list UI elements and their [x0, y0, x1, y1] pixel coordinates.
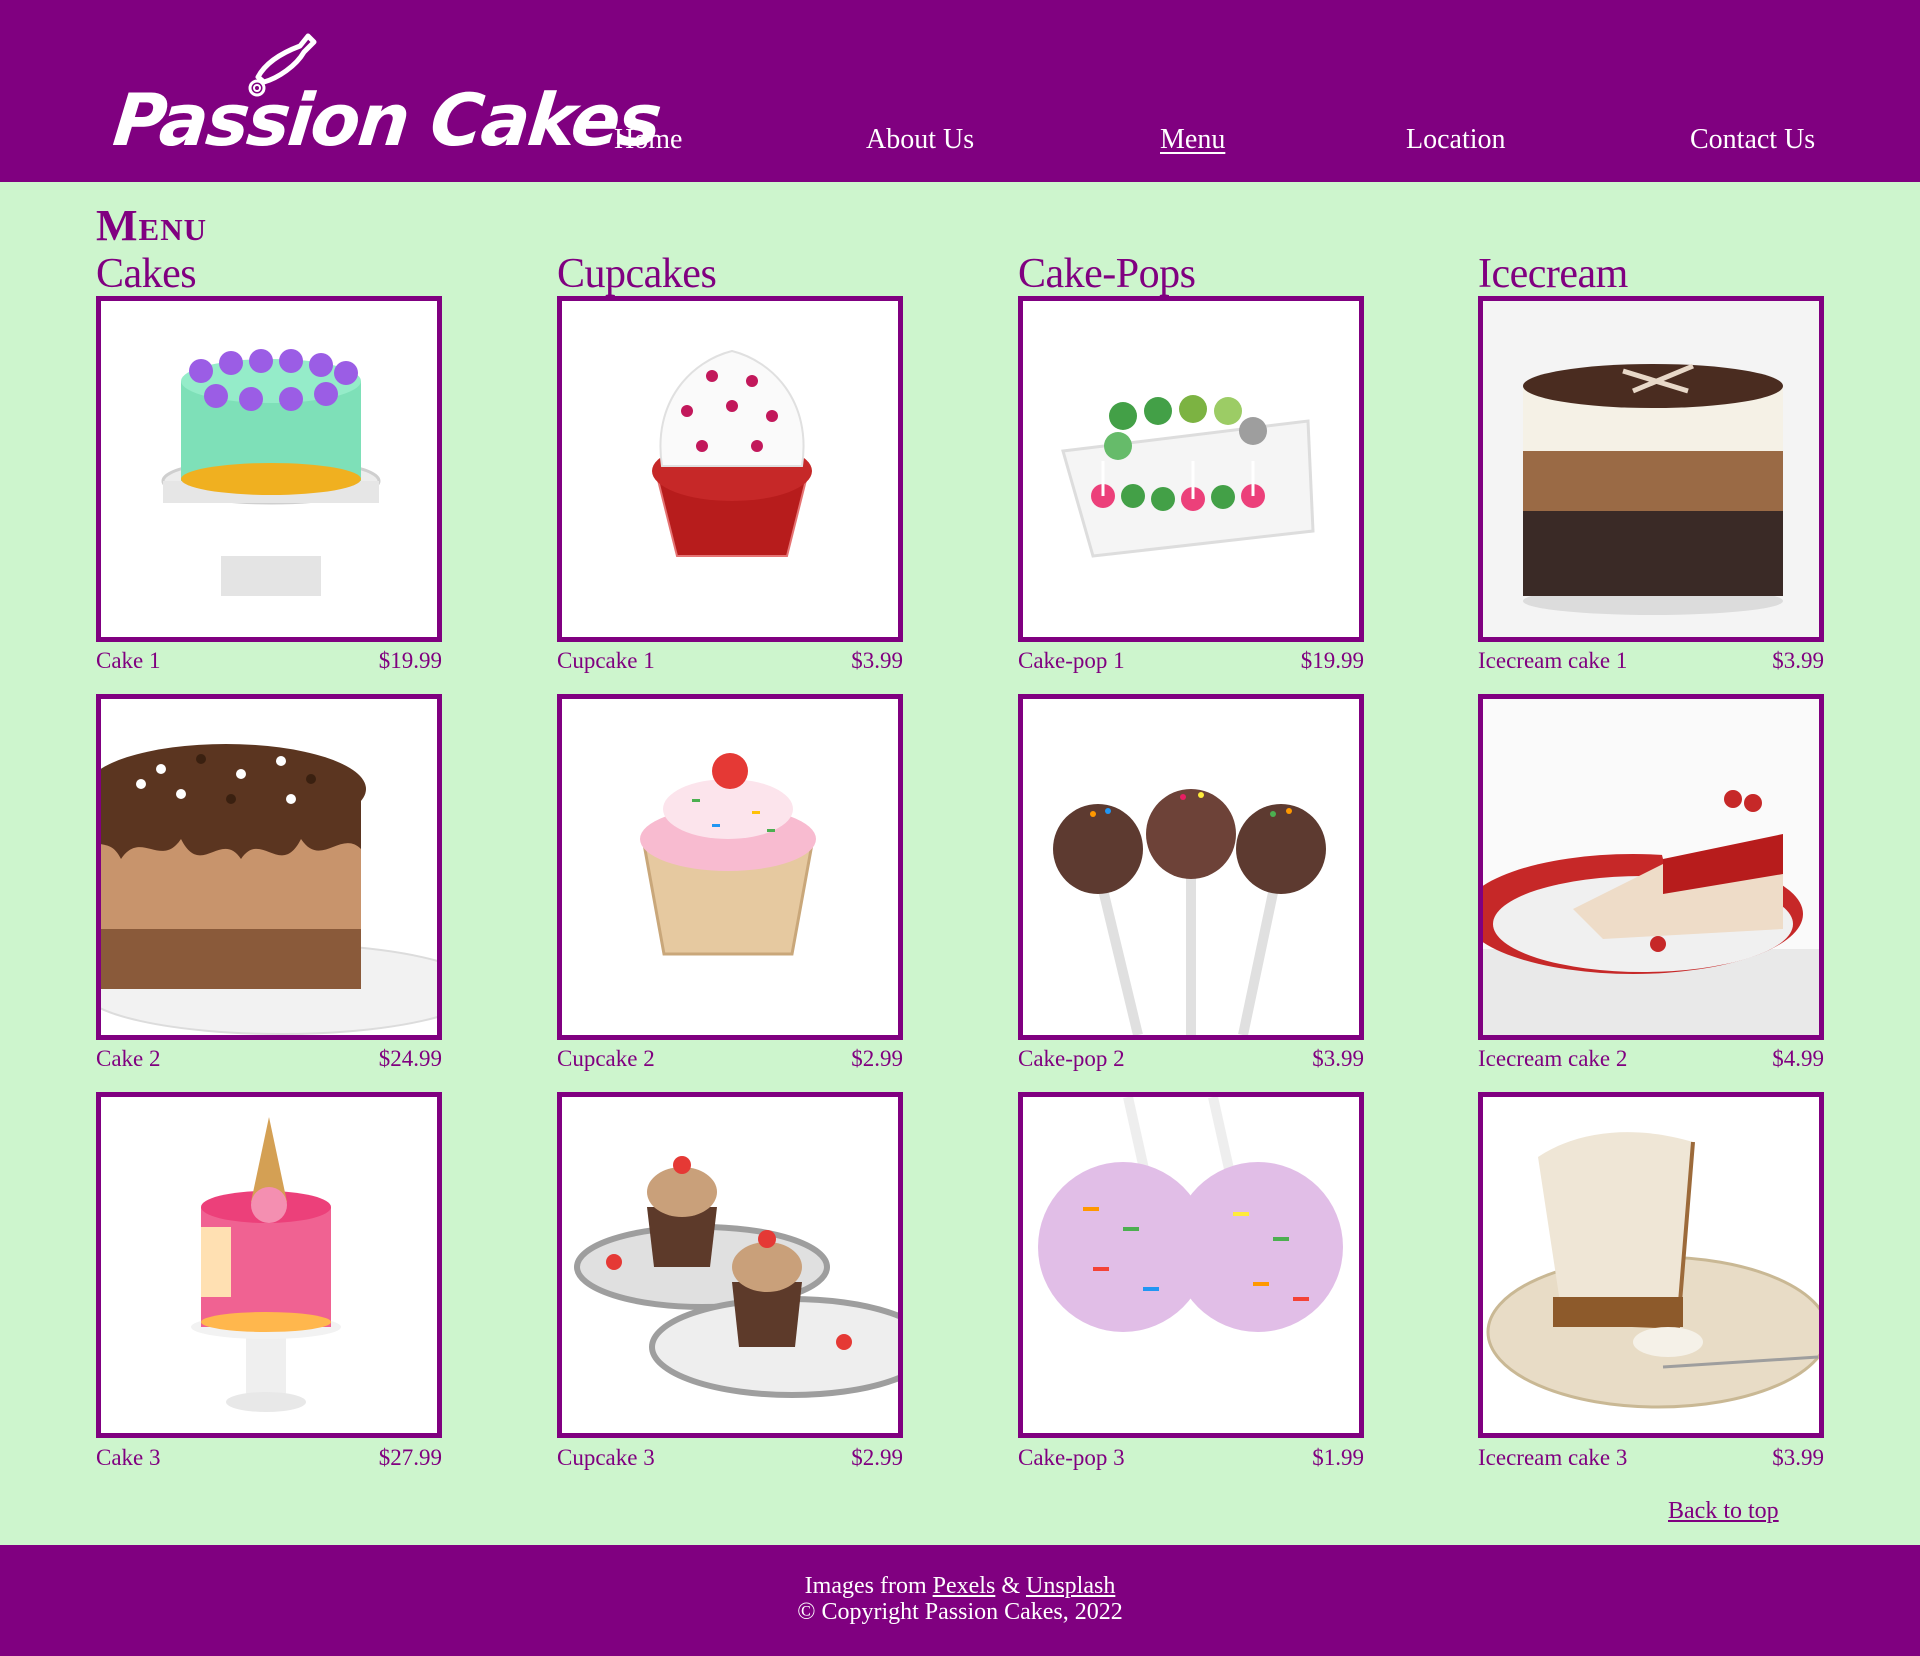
cake-pop-image — [1061, 395, 1315, 558]
item-name: Cupcake 1 — [557, 648, 655, 673]
cake-pop-image — [1053, 789, 1326, 1035]
cake-image — [101, 744, 437, 1035]
item-price: $27.99 — [378, 1445, 442, 1470]
footer-credits: Images from Pexels & Unsplash — [0, 1573, 1920, 1600]
cupcake-image — [574, 1156, 898, 1398]
pexels-link[interactable]: Pexels — [933, 1573, 996, 1599]
item-price: $24.99 — [378, 1046, 442, 1071]
nav-menu[interactable]: Menu — [1160, 124, 1225, 156]
item-name: Cake-pop 3 — [1018, 1445, 1125, 1470]
menu-item-card[interactable] — [1478, 1092, 1824, 1438]
menu-item-card[interactable] — [557, 694, 903, 1040]
cake-pop-image — [1038, 1097, 1343, 1332]
nav-home[interactable]: Home — [614, 124, 682, 156]
menu-item-card[interactable] — [1018, 296, 1364, 642]
footer-copyright: © Copyright Passion Cakes, 2022 — [797, 1599, 1123, 1625]
unsplash-link[interactable]: Unsplash — [1026, 1573, 1115, 1599]
icecream-cake-image — [1483, 699, 1819, 1035]
cupcake-image — [640, 753, 816, 956]
item-name: Icecream cake 2 — [1478, 1046, 1628, 1071]
item-name: Cake 2 — [96, 1046, 161, 1071]
item-name: Cake-pop 2 — [1018, 1046, 1125, 1071]
icecream-cake-image — [1483, 301, 1819, 637]
menu-item-card[interactable] — [557, 296, 903, 642]
menu-item-card[interactable] — [557, 1092, 903, 1438]
item-name: Cupcake 2 — [557, 1046, 655, 1071]
item-price: $1.99 — [1312, 1445, 1364, 1470]
item-name: Icecream cake 1 — [1478, 648, 1628, 673]
item-price: $3.99 — [1312, 1046, 1364, 1071]
item-price: $19.99 — [378, 648, 442, 673]
menu-item-card[interactable] — [1478, 296, 1824, 642]
item-name: Cake 1 — [96, 648, 161, 673]
item-price: $2.99 — [851, 1046, 903, 1071]
page-title: Menu — [96, 201, 207, 250]
icecream-cake-image — [1486, 1132, 1819, 1409]
cake-image — [191, 1117, 341, 1412]
cake-image — [161, 349, 381, 596]
back-to-top-link[interactable]: Back to top — [1668, 1498, 1779, 1525]
nav-contact-us[interactable]: Contact Us — [1690, 124, 1815, 156]
nav-location[interactable]: Location — [1406, 124, 1506, 156]
menu-item-card[interactable] — [1018, 694, 1364, 1040]
menu-item-card[interactable] — [96, 694, 442, 1040]
menu-item-card[interactable] — [1478, 694, 1824, 1040]
site-header: Passion Cakes Home About Us Menu Locatio… — [0, 0, 1920, 182]
item-price: $4.99 — [1772, 1046, 1824, 1071]
item-price: $19.99 — [1300, 648, 1364, 673]
column-heading-cake-pops: Cake-Pops — [1018, 251, 1196, 297]
item-name: Cake 3 — [96, 1445, 161, 1470]
item-name: Cake-pop 1 — [1018, 648, 1125, 673]
site-footer: Images from Pexels & Unsplash © Copyrigh… — [0, 1545, 1920, 1656]
item-name: Icecream cake 3 — [1478, 1445, 1628, 1470]
menu-item-card[interactable] — [96, 1092, 442, 1438]
column-heading-cakes: Cakes — [96, 251, 197, 297]
item-price: $2.99 — [851, 1445, 903, 1470]
logo[interactable]: Passion Cakes — [108, 22, 664, 162]
cupcake-image — [652, 349, 812, 557]
item-price: $3.99 — [1772, 648, 1824, 673]
column-heading-icecream: Icecream — [1478, 251, 1628, 297]
item-price: $3.99 — [851, 648, 903, 673]
menu-item-card[interactable] — [96, 296, 442, 642]
nav-about-us[interactable]: About Us — [866, 124, 974, 156]
footer-images-from: Images from — [804, 1573, 927, 1599]
item-name: Cupcake 3 — [557, 1445, 655, 1470]
menu-item-card[interactable] — [1018, 1092, 1364, 1438]
item-price: $3.99 — [1772, 1445, 1824, 1470]
column-heading-cupcakes: Cupcakes — [557, 251, 717, 297]
footer-ampersand: & — [1001, 1573, 1020, 1599]
logo-wordmark: Passion Cakes — [109, 78, 664, 162]
